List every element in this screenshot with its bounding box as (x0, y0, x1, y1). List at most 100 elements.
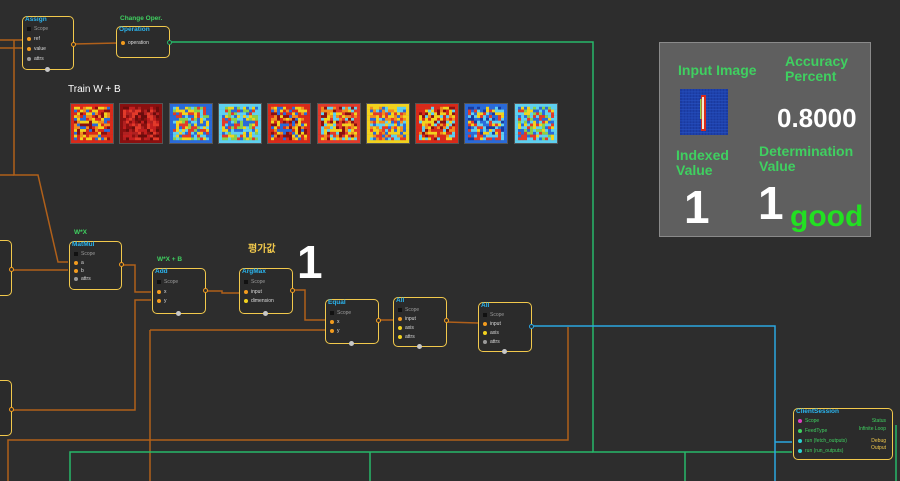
offscreen-node-2[interactable] (0, 380, 14, 436)
pin-label: attrs (405, 334, 415, 340)
node-caption: W*X + B (157, 256, 183, 263)
scope-pin[interactable] (27, 26, 31, 31)
pin-label: ref (34, 36, 40, 42)
pin-label: a (81, 260, 84, 266)
all-node-1[interactable]: All Scope input axis attrs (393, 297, 449, 349)
client-session-node[interactable]: ClientSession Scope FeedType run (fetch_… (793, 408, 893, 460)
dimension-pin[interactable] (244, 298, 248, 303)
assign-node[interactable]: Assign Scope ref value attrs (22, 16, 76, 72)
pin-label: run (run_outputs) (805, 448, 844, 454)
offscreen-node-1[interactable] (0, 240, 14, 296)
attrs-pin[interactable] (483, 339, 487, 344)
output-pin[interactable] (203, 288, 208, 293)
footer-pin[interactable] (417, 344, 422, 349)
input-digit-image (680, 89, 728, 135)
scope-pin[interactable] (74, 251, 78, 256)
output-pin[interactable] (444, 318, 449, 323)
pin-label: axis (490, 330, 499, 336)
footer-pin[interactable] (45, 67, 50, 72)
node-caption: W*X (74, 229, 87, 236)
infinite-loop-label: Infinite Loop (858, 426, 886, 432)
pin-label: Scope (81, 251, 96, 257)
output-pin[interactable] (529, 324, 534, 329)
footer-pin[interactable] (176, 311, 181, 316)
ref-pin[interactable] (27, 36, 31, 41)
pin-label: input (405, 316, 416, 322)
y-pin[interactable] (330, 328, 334, 333)
input-pin[interactable] (483, 321, 487, 326)
pin-label: input (490, 321, 501, 327)
pin-label: operation (128, 40, 149, 46)
scope-pin[interactable] (244, 279, 248, 284)
x-pin[interactable] (157, 289, 161, 294)
weight-image-3 (168, 103, 213, 144)
all-node-2[interactable]: All Scope input axis attrs (478, 302, 534, 354)
operation-pin[interactable] (121, 40, 125, 45)
scope-pin[interactable] (398, 307, 402, 312)
footer-pin[interactable] (349, 341, 354, 346)
output-pin[interactable] (290, 288, 295, 293)
output-pin[interactable] (167, 40, 172, 45)
pin-label: axis (405, 325, 414, 331)
node-caption: Change Oper. (120, 15, 163, 22)
input-pin[interactable] (244, 289, 248, 294)
pin-label: y (164, 298, 167, 304)
output-pin[interactable] (9, 267, 14, 272)
node-graph-canvas[interactable]: Assign Scope ref value attrs Change Oper… (0, 0, 900, 481)
pin-label: FeedType (805, 428, 828, 434)
feedtype-pin[interactable] (798, 428, 802, 433)
footer-pin[interactable] (263, 311, 268, 316)
output-pin[interactable] (119, 262, 124, 267)
weight-image-10 (513, 103, 558, 144)
input-image-label: Input Image (678, 62, 757, 78)
equal-node[interactable]: Equal Scope x y (325, 299, 381, 346)
attrs-pin[interactable] (74, 276, 78, 281)
weight-image-6 (316, 103, 361, 144)
scope-pin[interactable] (157, 279, 161, 284)
determination-value: 1 (758, 177, 784, 229)
fetch-outputs-pin[interactable] (798, 438, 802, 443)
a-pin[interactable] (74, 260, 78, 265)
add-node[interactable]: Add Scope x y (152, 268, 208, 316)
pin-label: Scope (34, 26, 49, 32)
scope-pin[interactable] (330, 310, 334, 315)
b-pin[interactable] (74, 268, 78, 273)
value-pin[interactable] (27, 46, 31, 51)
pin-label: Scope (164, 279, 179, 285)
debug-label: Debug (871, 438, 886, 444)
output-pin[interactable] (71, 42, 76, 47)
footer-pin[interactable] (502, 349, 507, 354)
attrs-pin[interactable] (398, 334, 402, 339)
run-outputs-pin[interactable] (798, 448, 802, 453)
weight-image-1 (70, 103, 114, 144)
argmax-node[interactable]: ArgMax Scope input dimension (239, 268, 295, 316)
output-pin[interactable] (376, 318, 381, 323)
node-title: All (396, 297, 405, 304)
indexed-value: 1 (684, 181, 710, 233)
pin-label: Scope (337, 310, 352, 316)
axis-pin[interactable] (398, 325, 402, 330)
pin-label: b (81, 268, 84, 274)
pin-label: Scope (805, 418, 820, 424)
pin-label: attrs (81, 276, 91, 282)
x-pin[interactable] (330, 319, 334, 324)
weight-image-7 (365, 103, 410, 144)
pin-label: Scope (251, 279, 266, 285)
scope-pin[interactable] (483, 312, 487, 317)
node-title: ArgMax (242, 268, 266, 275)
input-pin[interactable] (398, 316, 402, 321)
operation-node[interactable]: Operation operation (116, 26, 172, 58)
weight-image-8 (415, 103, 460, 144)
evaluation-label: 평가값 (248, 244, 276, 255)
y-pin[interactable] (157, 298, 161, 303)
axis-pin[interactable] (483, 330, 487, 335)
accuracy-value: 0.8000 (777, 103, 857, 133)
output-label: Output (870, 445, 886, 451)
pin-label: run (fetch_outputs) (805, 438, 847, 444)
scope-pin[interactable] (798, 418, 802, 423)
indexed-label: Indexed Value (676, 147, 729, 178)
pin-label: attrs (34, 56, 44, 62)
output-pin[interactable] (9, 407, 14, 412)
attrs-pin[interactable] (27, 56, 31, 61)
matmul-node[interactable]: MatMul Scope a b attrs (69, 241, 124, 290)
